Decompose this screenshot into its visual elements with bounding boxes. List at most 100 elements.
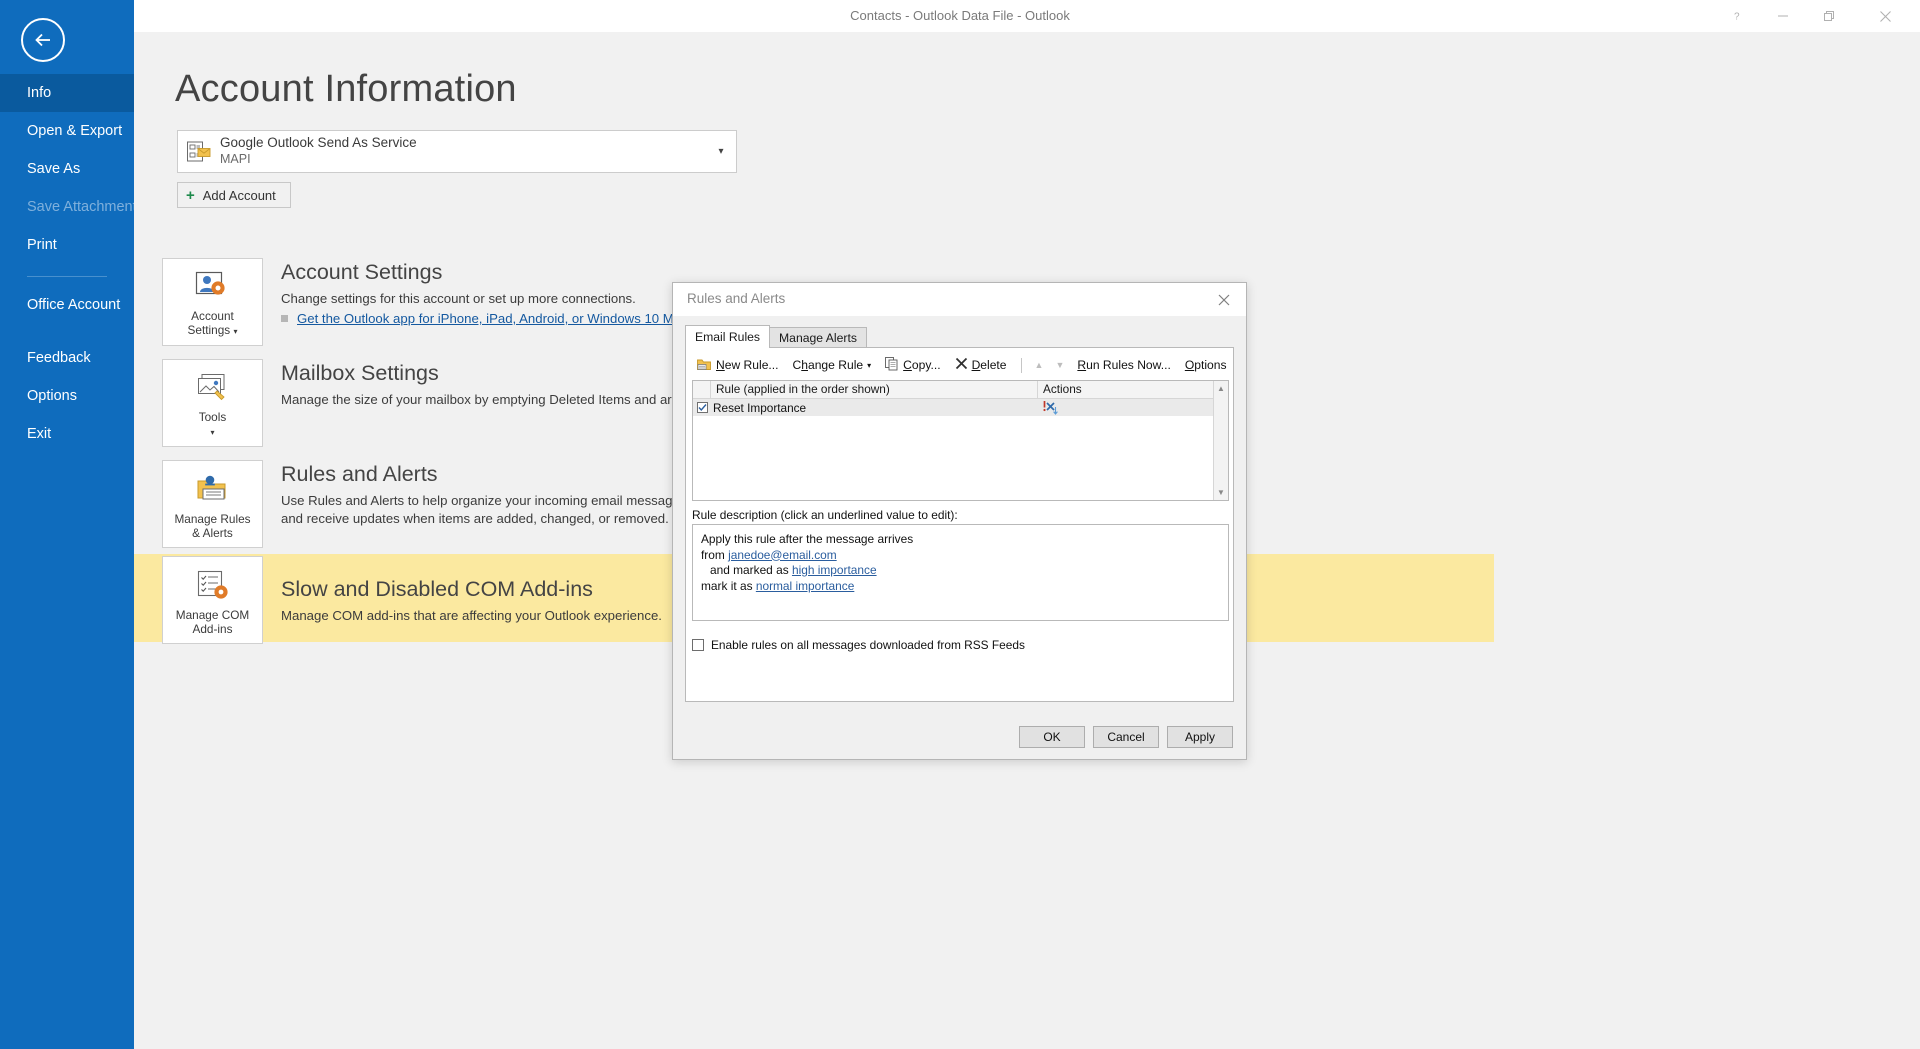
- account-settings-heading: Account Settings: [281, 260, 443, 284]
- add-account-button[interactable]: + Add Account: [177, 182, 291, 208]
- manage-com-addins-button-label: Manage COM Add-ins: [175, 607, 250, 636]
- tools-button-label: Tools ▾: [198, 409, 227, 437]
- move-down-icon[interactable]: ▼: [1050, 360, 1069, 370]
- delete-x-icon: [955, 357, 968, 373]
- manage-com-addins-button[interactable]: Manage COM Add-ins: [162, 556, 263, 644]
- description-line-text: and marked as: [710, 563, 792, 577]
- delete-button[interactable]: Delete: [949, 355, 1013, 375]
- run-rules-now-button[interactable]: Run Rules Now...: [1071, 356, 1176, 374]
- sidebar-item-open-export[interactable]: Open & Export: [0, 112, 134, 150]
- sidebar-item-exit[interactable]: Exit: [0, 415, 134, 453]
- sidebar-item-save-attachments: Save Attachments: [27, 199, 144, 215]
- sidebar-item-feedback[interactable]: Feedback: [0, 339, 134, 377]
- sidebar-item-info[interactable]: Info: [0, 74, 134, 112]
- account-settings-button[interactable]: Account Settings ▾: [162, 258, 263, 346]
- table-row[interactable]: Reset Importance: [693, 399, 1228, 416]
- options-label: Options: [1184, 358, 1227, 372]
- change-rule-label: Change Rule: [792, 358, 864, 372]
- account-mail-icon: [178, 140, 220, 164]
- sidebar-item-office-account[interactable]: Office Account: [0, 289, 134, 339]
- dialog-body: Email Rules Manage Alerts New Rule... Ch…: [673, 316, 1246, 759]
- com-addins-description: Manage COM add-ins that are affecting yo…: [281, 608, 662, 623]
- outlook-mobile-link[interactable]: Get the Outlook app for iPhone, iPad, An…: [297, 311, 705, 326]
- toolbar-divider: [1020, 357, 1022, 373]
- manage-rules-alerts-button-label: Manage Rules & Alerts: [174, 511, 251, 540]
- rss-feeds-checkbox[interactable]: [692, 639, 704, 651]
- minimize-icon[interactable]: [1760, 0, 1806, 32]
- rules-alerts-text: Rules and Alerts Use Rules and Alerts to…: [281, 456, 701, 528]
- add-account-label: Add Account: [202, 187, 276, 203]
- email-rules-panel: New Rule... Change Rule ▾ Copy... Delete…: [685, 347, 1234, 702]
- description-line: mark it as normal importance: [701, 579, 1220, 595]
- com-addins-icon: [195, 565, 231, 605]
- svg-text:?: ?: [1734, 12, 1740, 23]
- ok-button[interactable]: OK: [1019, 725, 1085, 748]
- description-line-text: mark it as: [701, 578, 756, 593]
- restore-icon[interactable]: [1806, 0, 1852, 32]
- column-header-rule[interactable]: Rule (applied in the order shown): [711, 381, 1038, 398]
- description-link-sender[interactable]: janedoe@email.com: [728, 548, 837, 562]
- dialog-buttons: OK Cancel Apply: [673, 714, 1246, 759]
- new-rule-button[interactable]: New Rule...: [691, 355, 785, 376]
- move-up-icon[interactable]: ▲: [1030, 360, 1049, 370]
- rule-name: Reset Importance: [713, 400, 807, 415]
- delete-label: Delete: [971, 358, 1007, 372]
- account-settings-button-label: Account Settings ▾: [187, 308, 238, 337]
- account-settings-icon: [195, 266, 231, 306]
- run-rules-now-label: Run Rules Now...: [1077, 358, 1171, 372]
- chevron-down-icon[interactable]: ▾: [706, 146, 736, 157]
- dialog-title: Rules and Alerts: [687, 291, 786, 306]
- importance-reset-icon: [1041, 399, 1061, 419]
- dialog-titlebar: Rules and Alerts: [673, 283, 1246, 316]
- backstage-sidebar: Info Open & Export Save As Save Attachme…: [0, 0, 144, 1049]
- bullet-square-icon: [281, 315, 288, 322]
- sidebar-item-save-as[interactable]: Save As: [0, 150, 134, 188]
- description-line: Apply this rule after the message arrive…: [701, 532, 1220, 548]
- change-rule-button[interactable]: Change Rule ▾: [787, 356, 878, 374]
- back-arrow-icon[interactable]: [21, 18, 65, 62]
- tab-manage-alerts[interactable]: Manage Alerts: [769, 327, 867, 348]
- rss-feeds-row[interactable]: Enable rules on all messages downloaded …: [692, 638, 1025, 652]
- tab-email-rules[interactable]: Email Rules: [685, 325, 771, 348]
- rule-description-box[interactable]: Apply this rule after the message arrive…: [692, 524, 1229, 621]
- cancel-button[interactable]: Cancel: [1093, 725, 1159, 748]
- description-link-normal-importance[interactable]: normal importance: [756, 579, 854, 593]
- com-addins-text: Slow and Disabled COM Add-ins Manage COM…: [281, 571, 662, 625]
- rules-list-scrollbar[interactable]: ▲ ▼: [1213, 381, 1228, 500]
- sidebar-item-print[interactable]: Print: [0, 226, 134, 264]
- column-header-actions[interactable]: Actions: [1038, 381, 1213, 398]
- account-selector[interactable]: Google Outlook Send As Service MAPI ▾: [177, 130, 737, 173]
- manage-rules-alerts-button[interactable]: Manage Rules & Alerts: [162, 460, 263, 548]
- close-icon[interactable]: [1862, 0, 1908, 32]
- description-line-text: from: [701, 547, 729, 562]
- rules-list[interactable]: Rule (applied in the order shown) Action…: [692, 380, 1229, 501]
- mailbox-settings-description: Manage the size of your mailbox by empty…: [281, 392, 717, 407]
- tools-icon: [195, 367, 231, 407]
- account-settings-text: Account Settings Change settings for thi…: [281, 254, 705, 326]
- sidebar-item-options[interactable]: Options: [0, 377, 134, 415]
- dialog-close-icon[interactable]: [1206, 287, 1242, 313]
- account-type: MAPI: [220, 152, 251, 167]
- dialog-tabstrip: Email Rules Manage Alerts: [685, 325, 1234, 348]
- plus-icon: +: [186, 186, 195, 204]
- new-rule-icon: [697, 357, 712, 374]
- account-settings-link-row: Get the Outlook app for iPhone, iPad, An…: [281, 311, 705, 326]
- help-icon[interactable]: ?: [1714, 0, 1760, 32]
- copy-icon: [885, 356, 899, 374]
- scroll-up-icon[interactable]: ▲: [1214, 381, 1228, 396]
- rules-list-header: Rule (applied in the order shown) Action…: [693, 381, 1228, 399]
- apply-button[interactable]: Apply: [1167, 725, 1233, 748]
- scroll-down-icon[interactable]: ▼: [1214, 485, 1228, 500]
- rule-enabled-checkbox[interactable]: [697, 402, 708, 413]
- tools-button[interactable]: Tools ▾: [162, 359, 263, 447]
- rss-feeds-label: Enable rules on all messages downloaded …: [711, 638, 1025, 652]
- mailbox-settings-text: Mailbox Settings Manage the size of your…: [281, 355, 716, 409]
- account-name: Google Outlook Send As Service: [220, 135, 417, 151]
- window-title: Contacts - Outlook Data File - Outlook: [850, 8, 1070, 23]
- options-button[interactable]: Options: [1179, 356, 1233, 374]
- new-rule-label: New Rule...: [716, 358, 779, 372]
- description-link-high-importance[interactable]: high importance: [792, 563, 877, 577]
- copy-button[interactable]: Copy...: [879, 355, 946, 376]
- column-header-checkbox: [693, 381, 711, 398]
- copy-label: Copy...: [903, 358, 941, 372]
